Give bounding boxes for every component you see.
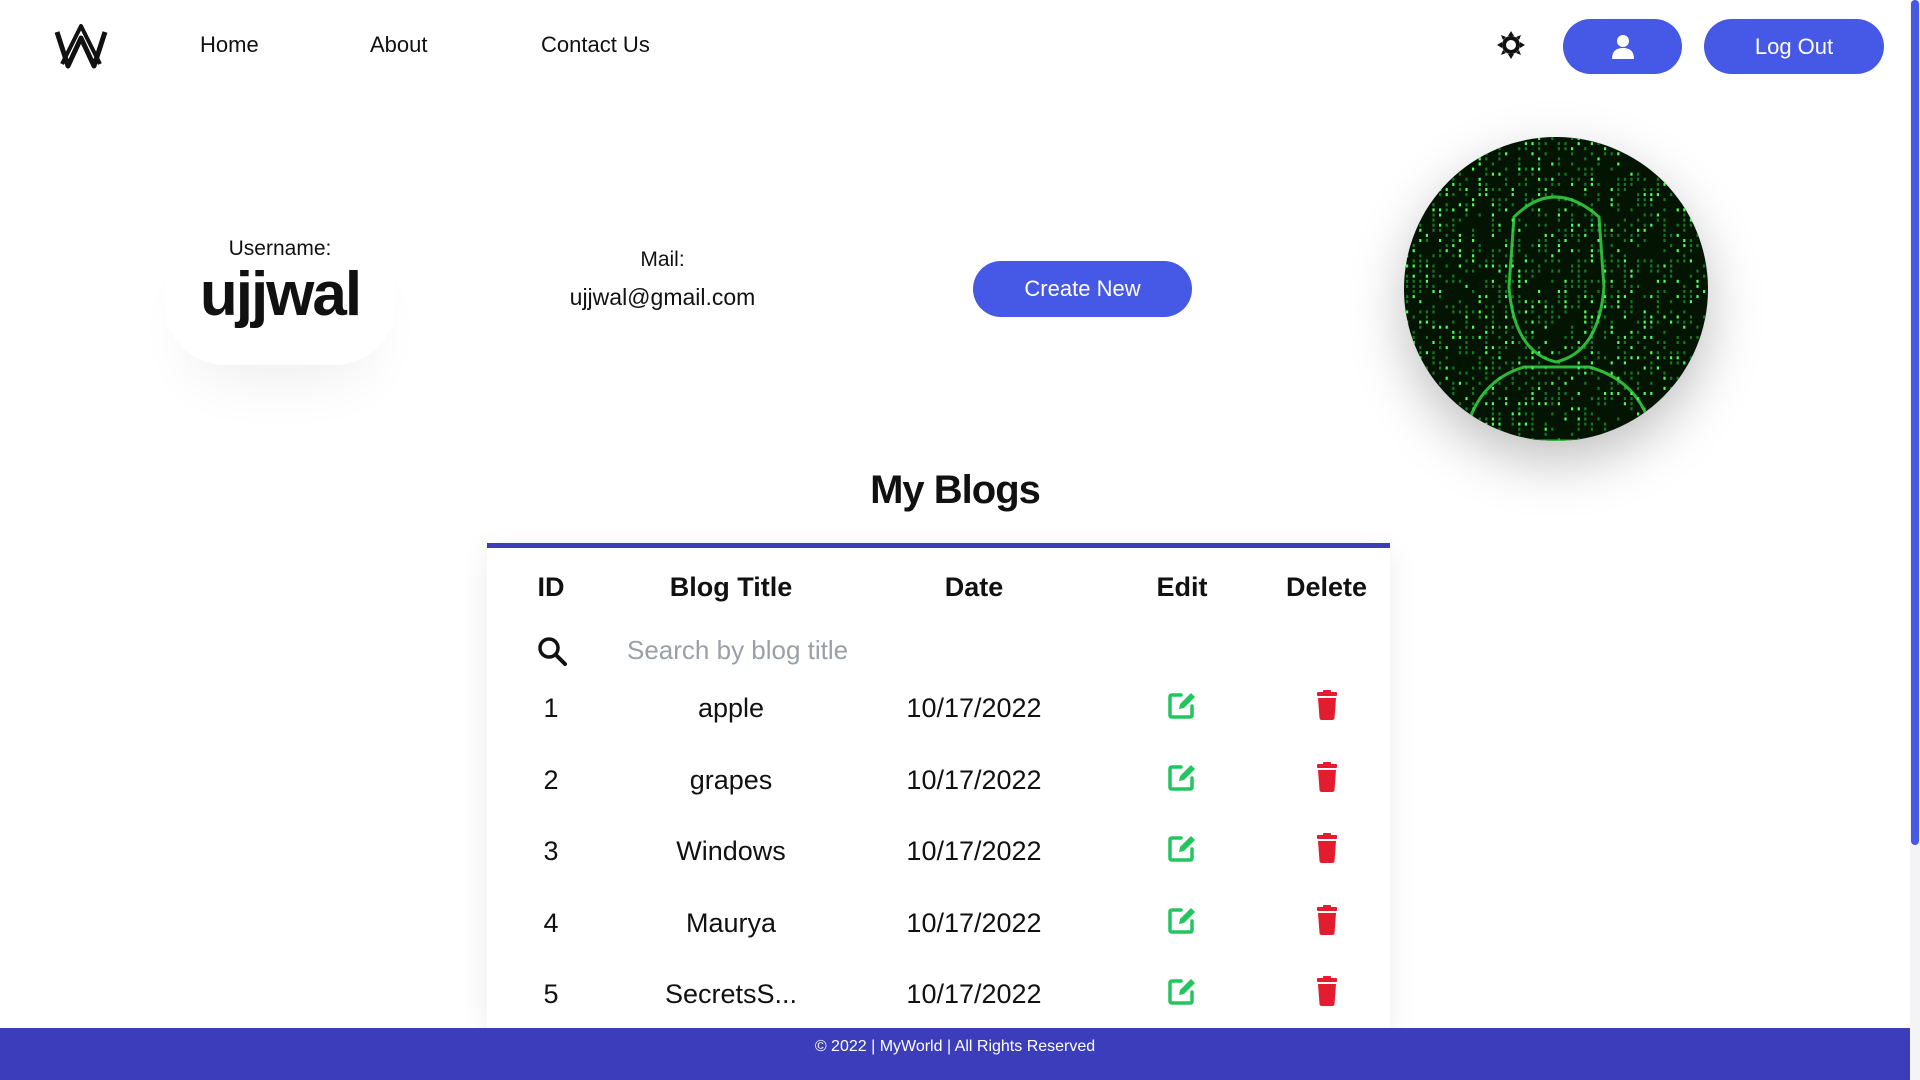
edit-icon[interactable]: [1166, 832, 1198, 864]
delete-cell: [1263, 969, 1390, 1012]
username-label: Username:: [228, 237, 332, 260]
row-date: 10/17/2022: [906, 693, 1042, 723]
search-icon[interactable]: [537, 636, 567, 666]
trash-icon[interactable]: [1311, 761, 1343, 793]
trash-icon[interactable]: [1311, 904, 1343, 936]
edit-icon[interactable]: [1166, 975, 1198, 1007]
table-row: 2 grapes 10/17/2022: [487, 755, 1390, 813]
mail-value: ujjwal@gmail.com: [569, 284, 756, 310]
footer-text: © 2022 | MyWorld | All Rights Reserved: [814, 1038, 1096, 1055]
row-date: 10/17/2022: [906, 836, 1042, 866]
header-delete: Delete: [1285, 572, 1368, 602]
row-id: 3: [543, 836, 559, 866]
mail-label: Mail:: [640, 248, 685, 271]
row-date: 10/17/2022: [906, 764, 1042, 795]
table-row: 4 Maurya 10/17/2022: [487, 898, 1390, 956]
table-row: 5 SecretsS... 10/17/2022: [487, 969, 1390, 1027]
header-blog-title: Blog Title: [669, 572, 793, 602]
blogs-table: ID Blog Title Date Edit Delete 1 apple 10/…: [487, 543, 1390, 1028]
row-date: 10/17/2022: [906, 907, 1042, 938]
row-blog-title[interactable]: SecretsS...: [615, 979, 847, 1010]
edit-cell: [1101, 826, 1263, 869]
create-new-button[interactable]: Create New: [973, 261, 1192, 317]
profile-button[interactable]: [1563, 19, 1682, 74]
search-input[interactable]: [627, 628, 1327, 672]
row-id: 4: [543, 907, 559, 938]
edit-cell: [1101, 755, 1263, 798]
trash-icon[interactable]: [1311, 832, 1343, 864]
header-id: ID: [537, 572, 565, 602]
user-icon: [1611, 34, 1634, 59]
edit-cell: [1101, 969, 1263, 1012]
trash-icon[interactable]: [1311, 689, 1343, 721]
header-date: Date: [944, 572, 1004, 602]
row-blog-title[interactable]: Maurya: [615, 908, 847, 939]
row-blog-title[interactable]: grapes: [615, 765, 847, 796]
row-id: 5: [543, 979, 559, 1009]
logout-button[interactable]: Log Out: [1704, 19, 1884, 74]
edit-icon[interactable]: [1166, 904, 1198, 936]
my-blogs-heading: My Blogs: [870, 468, 1041, 512]
header-edit: Edit: [1156, 572, 1208, 602]
logo-icon[interactable]: [54, 24, 108, 70]
edit-cell: [1101, 898, 1263, 941]
delete-cell: [1263, 683, 1390, 726]
mail-info: Mail: ujjwal@gmail.com: [540, 248, 785, 311]
nav-link-contact[interactable]: Contact Us: [541, 32, 650, 58]
edit-icon[interactable]: [1166, 689, 1198, 721]
theme-toggle-icon[interactable]: [1496, 30, 1526, 60]
delete-cell: [1263, 898, 1390, 941]
row-id: 1: [543, 693, 559, 723]
nav-link-home[interactable]: Home: [200, 32, 259, 58]
table-row: 3 Windows 10/17/2022: [487, 826, 1390, 884]
scrollbar-thumb[interactable]: [1911, 0, 1919, 845]
row-blog-title[interactable]: Windows: [615, 836, 847, 867]
avatar: [1404, 137, 1708, 441]
row-date: 10/17/2022: [906, 979, 1042, 1009]
edit-icon[interactable]: [1166, 761, 1198, 793]
username-card: Username: ujjwal: [165, 215, 395, 365]
trash-icon[interactable]: [1311, 975, 1343, 1007]
delete-cell: [1263, 755, 1390, 798]
row-id: 2: [543, 764, 559, 795]
edit-cell: [1101, 683, 1263, 726]
table-row: 1 apple 10/17/2022: [487, 683, 1390, 741]
footer: © 2022 | MyWorld | All Rights Reserved: [0, 1028, 1910, 1080]
username-value: ujjwal: [199, 260, 362, 329]
row-blog-title[interactable]: apple: [615, 693, 847, 724]
nav-link-about[interactable]: About: [370, 32, 428, 58]
navbar: Home About Contact Us Log Out: [0, 0, 1910, 92]
delete-cell: [1263, 826, 1390, 869]
